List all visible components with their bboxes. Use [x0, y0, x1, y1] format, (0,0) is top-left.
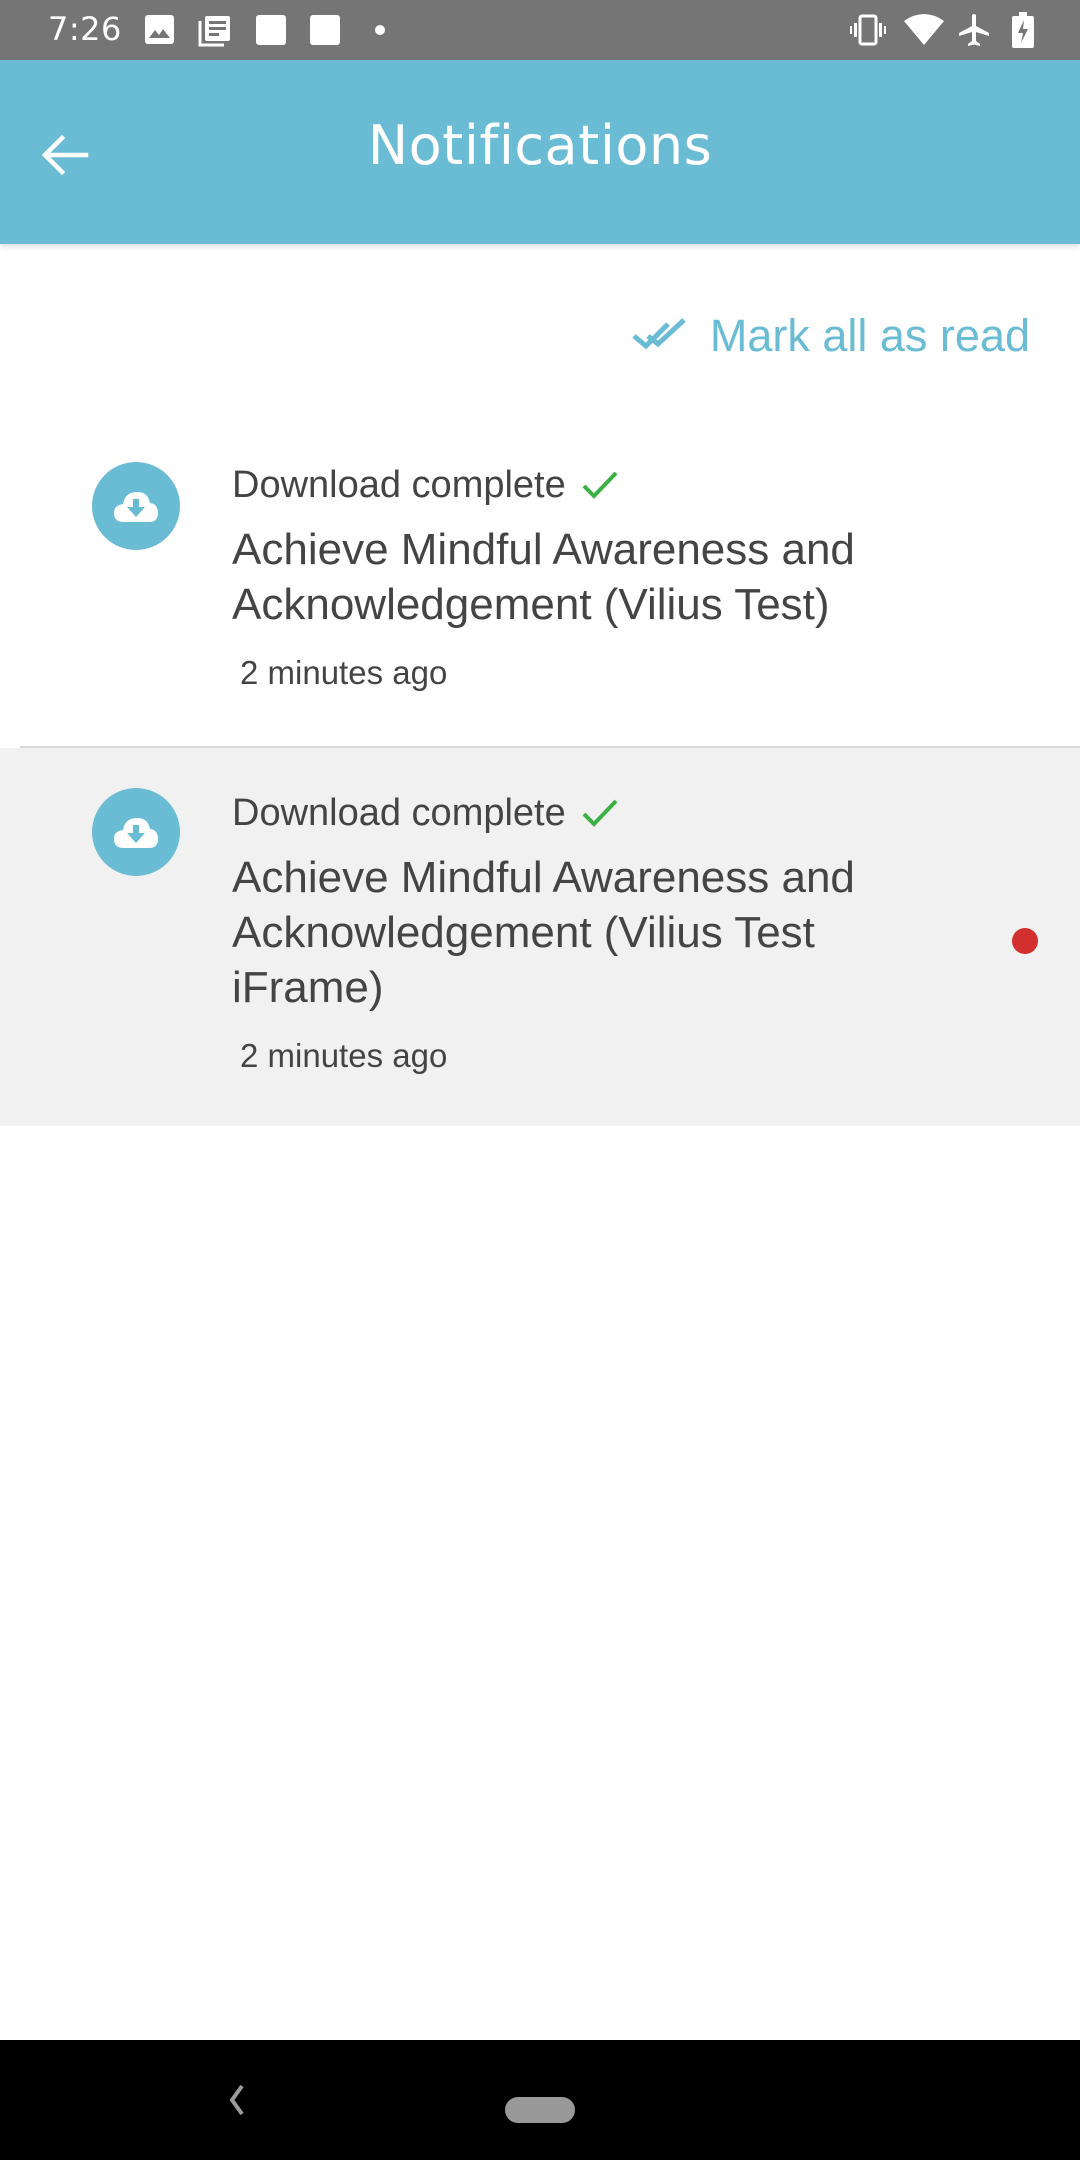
square-icon: [310, 15, 340, 45]
image-icon: [145, 15, 174, 44]
check-icon: [582, 799, 618, 827]
app-bar: Notifications: [0, 60, 1080, 244]
notification-item[interactable]: Download complete Achieve Mindful Awaren…: [0, 748, 1080, 1126]
cloud-download-icon: [92, 462, 180, 550]
notification-heading: Download complete: [232, 791, 566, 834]
status-time: 7:26: [48, 10, 122, 48]
check-icon: [582, 471, 618, 499]
mark-all-read-label: Mark all as read: [709, 310, 1030, 361]
system-nav-bar: [0, 2040, 1080, 2160]
notification-heading: Download complete: [232, 463, 566, 506]
square-icon: [256, 15, 286, 45]
notification-title: Achieve Mindful Awareness and Acknowledg…: [232, 525, 855, 629]
unread-indicator: [1012, 928, 1038, 954]
page-title: Notifications: [367, 114, 713, 177]
notification-item[interactable]: Download complete Achieve Mindful Awaren…: [0, 420, 1080, 746]
battery-charging-icon: [1012, 12, 1034, 48]
mark-all-read-button[interactable]: Mark all as read: [632, 306, 1030, 366]
notification-title: Achieve Mindful Awareness and Acknowledg…: [232, 853, 855, 1012]
airplane-icon: [958, 13, 990, 47]
status-bar: 7:26: [0, 0, 1080, 60]
double-check-icon: [632, 318, 686, 350]
notification-time: 2 minutes ago: [240, 654, 448, 691]
nav-back-icon: [229, 2084, 244, 2116]
cloud-download-icon: [92, 788, 180, 876]
news-icon: [198, 15, 231, 47]
notification-time: 2 minutes ago: [240, 1037, 448, 1074]
dot-icon: [375, 25, 385, 35]
vibrate-icon: [850, 13, 886, 47]
home-pill-icon[interactable]: [505, 2097, 575, 2123]
nav-back-button[interactable]: [220, 2080, 256, 2120]
wifi-icon: [904, 13, 944, 45]
